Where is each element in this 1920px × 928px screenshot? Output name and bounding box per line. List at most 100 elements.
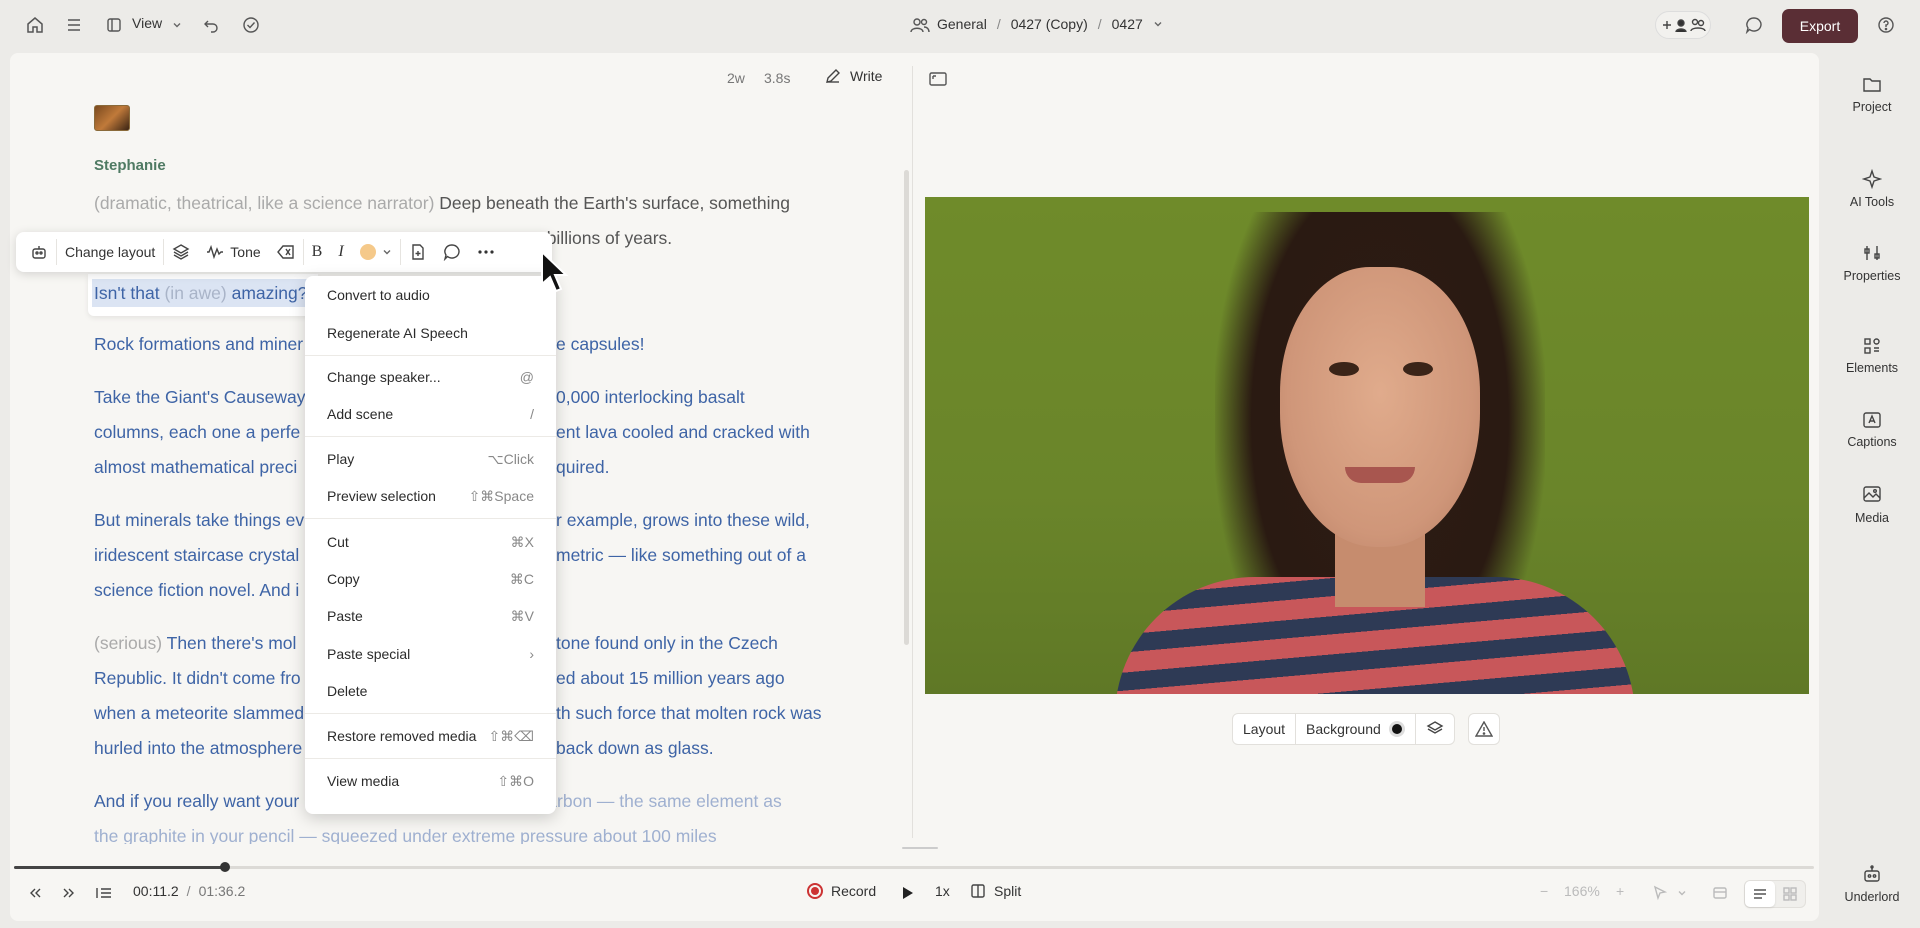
script-paragraph[interactable]: r example, grows into these wild, metric… xyxy=(556,503,846,573)
script-text[interactable]: r billions of years. xyxy=(536,228,672,248)
panel-divider[interactable] xyxy=(912,66,913,838)
background-button[interactable]: Background xyxy=(1296,714,1415,744)
chevron-down-icon[interactable] xyxy=(163,11,191,39)
menu-item-regenerate-ai-speech[interactable]: Regenerate AI Speech xyxy=(305,317,556,349)
delivery-direction[interactable]: (dramatic, theatrical, like a science na… xyxy=(94,193,434,213)
view-menu[interactable]: View xyxy=(132,15,162,31)
script-paragraph[interactable]: r billions of years. xyxy=(536,221,836,256)
layers-button[interactable] xyxy=(164,237,198,267)
playhead-handle[interactable] xyxy=(220,862,230,872)
layers-button[interactable] xyxy=(1416,714,1454,744)
remove-button[interactable] xyxy=(269,237,303,267)
sidebar-item-project[interactable]: Project xyxy=(1832,76,1912,114)
breadcrumb-item-copy[interactable]: 0427 (Copy) xyxy=(1011,16,1088,32)
record-button[interactable]: Record xyxy=(807,883,876,899)
scene-thumbnail[interactable] xyxy=(94,105,130,131)
ai-assist-button[interactable] xyxy=(22,237,56,267)
pointer-tool-icon[interactable] xyxy=(1648,882,1672,904)
script-paragraph[interactable]: 0,000 interlocking basalt ent lava coole… xyxy=(556,380,846,485)
chevron-down-icon[interactable] xyxy=(1153,19,1163,29)
script-paragraph[interactable]: e capsules! xyxy=(556,327,756,362)
editor-scrollbar[interactable] xyxy=(904,170,909,645)
script-text[interactable]: 0,000 interlocking basalt xyxy=(556,380,846,415)
expand-preview-icon[interactable] xyxy=(924,65,952,93)
layout-button[interactable]: Layout xyxy=(1233,714,1295,744)
script-text[interactable]: back down as glass. xyxy=(556,731,846,766)
sidebar-item-elements[interactable]: Elements xyxy=(1832,337,1912,375)
split-button[interactable]: Split xyxy=(970,883,1021,899)
script-paragraph[interactable]: (dramatic, theatrical, like a science na… xyxy=(94,186,834,221)
playback-speed[interactable]: 1x xyxy=(935,883,950,899)
timeline-track[interactable] xyxy=(14,866,1814,869)
zoom-in-icon[interactable]: + xyxy=(1616,883,1624,899)
delivery-direction[interactable]: (in awe) xyxy=(164,283,226,303)
script-text[interactable]: amazing? xyxy=(232,283,308,303)
help-icon[interactable] xyxy=(1872,11,1900,39)
script-text[interactable]: metric — like something out of a xyxy=(556,538,846,573)
video-preview[interactable] xyxy=(925,197,1809,694)
menu-item-view-media[interactable]: View media ⇧⌘O xyxy=(305,765,556,797)
script-text[interactable]: the graphite in your pencil — squeezed u… xyxy=(94,819,834,844)
menu-item-change-speaker[interactable]: Change speaker... @ xyxy=(305,361,556,393)
menu-item-convert-to-audio[interactable]: Convert to audio xyxy=(305,279,556,311)
menu-item-restore-removed-media[interactable]: Restore removed media ⇧⌘⌫ xyxy=(305,720,556,752)
script-text[interactable]: Deep beneath the Earth's surface, someth… xyxy=(439,193,790,213)
script-text[interactable]: quired. xyxy=(556,450,846,485)
script-text[interactable]: e capsules! xyxy=(556,334,645,354)
highlight-color-button[interactable] xyxy=(352,237,400,267)
selected-text[interactable]: Isn't that (in awe) amazing? xyxy=(92,279,310,307)
view-layout-icon[interactable] xyxy=(100,11,128,39)
chevron-down-icon[interactable] xyxy=(1670,882,1694,904)
drag-handle-icon[interactable] xyxy=(900,843,940,853)
sidebar-item-underlord[interactable]: Underlord xyxy=(1832,864,1912,904)
delivery-direction[interactable]: (serious) xyxy=(94,633,162,653)
script-text[interactable]: Then there's mol xyxy=(167,633,297,653)
script-view-icon[interactable] xyxy=(1745,881,1775,907)
sidebar-item-captions[interactable]: Captions xyxy=(1832,411,1912,449)
home-icon[interactable] xyxy=(21,11,49,39)
italic-button[interactable]: I xyxy=(330,237,351,267)
breadcrumb-item-current[interactable]: 0427 xyxy=(1112,16,1143,32)
script-text[interactable]: r example, grows into these wild, xyxy=(556,503,846,538)
skip-back-icon[interactable] xyxy=(23,882,47,904)
warning-button[interactable] xyxy=(1468,713,1500,745)
add-media-button[interactable] xyxy=(401,237,435,267)
menu-item-add-scene[interactable]: Add scene / xyxy=(305,398,556,430)
play-icon[interactable] xyxy=(895,882,919,904)
menu-item-paste[interactable]: Paste ⌘V xyxy=(305,600,556,632)
undo-icon[interactable] xyxy=(197,11,225,39)
menu-item-play[interactable]: Play ⌥Click xyxy=(305,443,556,475)
grid-view-icon[interactable] xyxy=(1775,881,1805,907)
sidebar-item-ai-tools[interactable]: AI Tools xyxy=(1832,169,1912,209)
script-text[interactable]: And if you really want your xyxy=(94,791,299,811)
breadcrumb-item-general[interactable]: General xyxy=(937,16,987,32)
script-text[interactable]: th such force that molten rock was xyxy=(556,696,846,731)
menu-icon[interactable] xyxy=(60,11,88,39)
sidebar-item-media[interactable]: Media xyxy=(1832,485,1912,525)
menu-item-copy[interactable]: Copy ⌘C xyxy=(305,563,556,595)
script-paragraph[interactable]: tone found only in the Czech ed about 15… xyxy=(556,626,846,766)
chapters-icon[interactable] xyxy=(92,882,116,904)
comment-button[interactable] xyxy=(435,237,469,267)
collaborators-icon[interactable] xyxy=(1655,11,1711,39)
menu-item-paste-special[interactable]: Paste special › xyxy=(305,638,556,670)
comment-icon[interactable] xyxy=(1740,11,1768,39)
export-button[interactable]: Export xyxy=(1782,9,1858,43)
skip-forward-icon[interactable] xyxy=(57,882,81,904)
menu-item-delete[interactable]: Delete xyxy=(305,675,556,707)
sidebar-item-properties[interactable]: Properties xyxy=(1832,243,1912,283)
speaker-name[interactable]: Stephanie xyxy=(94,157,166,174)
menu-item-cut[interactable]: Cut ⌘X xyxy=(305,526,556,558)
more-options-button[interactable] xyxy=(469,237,503,267)
check-circle-icon[interactable] xyxy=(237,11,265,39)
script-text[interactable]: ent lava cooled and cracked with xyxy=(556,415,846,450)
view-mode-toggle[interactable] xyxy=(1744,880,1806,908)
write-button[interactable]: Write xyxy=(824,67,882,85)
bold-button[interactable]: B xyxy=(304,237,331,267)
script-text[interactable]: Isn't that xyxy=(94,283,160,303)
change-layout-button[interactable]: Change layout xyxy=(57,237,163,267)
storyboard-icon[interactable] xyxy=(1708,882,1732,904)
zoom-out-icon[interactable]: − xyxy=(1540,883,1548,899)
script-text[interactable]: Rock formations and miner xyxy=(94,334,303,354)
script-text[interactable]: ed about 15 million years ago xyxy=(556,661,846,696)
